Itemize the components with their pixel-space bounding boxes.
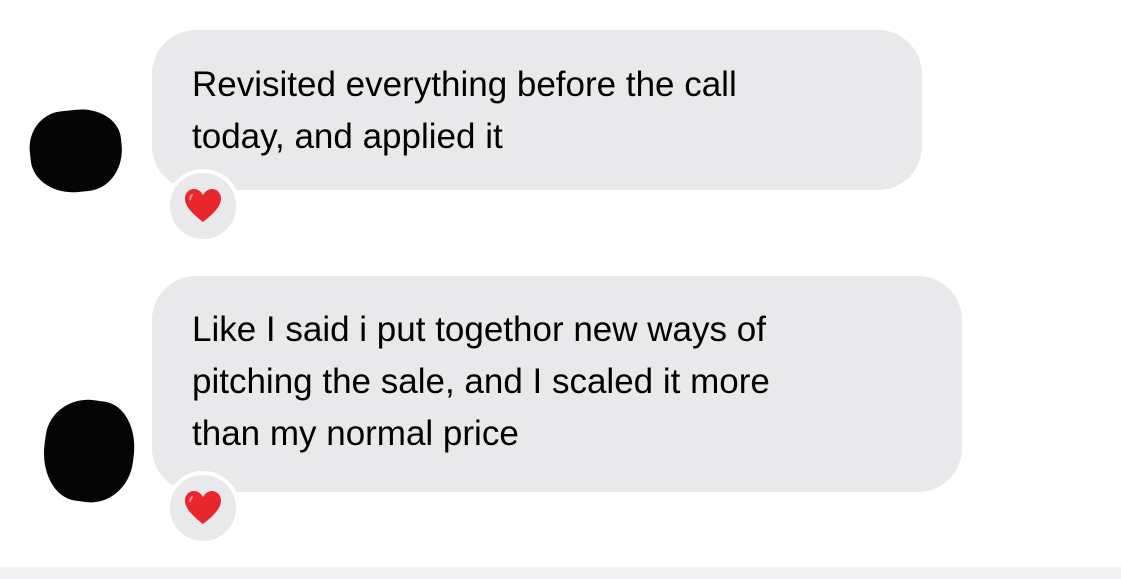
message-bubble[interactable]: Like I said i put togethor new ways of p… bbox=[152, 276, 962, 492]
bottom-divider bbox=[0, 567, 1121, 579]
heart-icon bbox=[185, 491, 221, 524]
redacted-avatar bbox=[25, 105, 127, 197]
message-text-line: Revisited everything before the call bbox=[192, 65, 737, 104]
heart-reaction-badge[interactable] bbox=[166, 471, 240, 545]
heart-reaction-badge[interactable] bbox=[166, 169, 240, 243]
message-text-line: Like I said i put togethor new ways of bbox=[192, 310, 766, 349]
message-text-line: than my normal price bbox=[192, 414, 519, 453]
message-text-line: pitching the sale, and I scaled it more bbox=[192, 362, 770, 401]
message-thread: Revisited everything before the call tod… bbox=[0, 0, 1121, 579]
message-bubble[interactable]: Revisited everything before the call tod… bbox=[152, 30, 922, 190]
heart-icon bbox=[185, 189, 221, 222]
redacted-avatar bbox=[37, 394, 141, 508]
message-text-line: today, and applied it bbox=[192, 117, 503, 156]
